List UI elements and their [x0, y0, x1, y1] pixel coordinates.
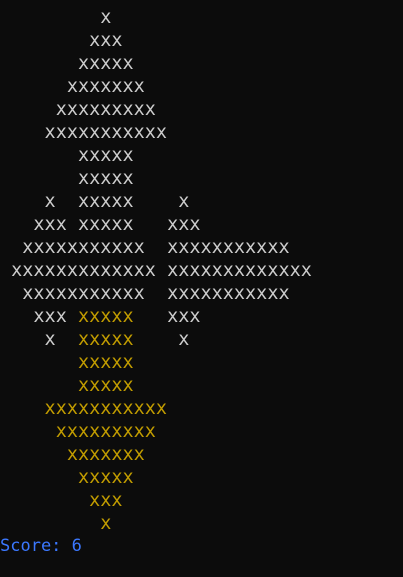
- white-segment: xxxxxxxxxxxxx: [167, 260, 312, 281]
- board-row: xxx xxxxx xxx: [0, 305, 403, 328]
- board-row: xxxxx: [0, 167, 403, 190]
- white-segment: xxx: [0, 30, 123, 51]
- board-row: xxx: [0, 489, 403, 512]
- white-segment: xxx: [0, 214, 78, 235]
- white-segment: x: [133, 329, 190, 350]
- yellow-segment: xxxxx: [77, 306, 134, 327]
- board-row: xxxxxxxxxxx xxxxxxxxxxx: [0, 282, 403, 305]
- yellow-segment: xxxxx: [0, 467, 134, 488]
- white-segment: xxxxx: [0, 53, 134, 74]
- white-segment: xxxxxxxxxxx: [0, 283, 168, 304]
- white-segment: xxxxxxxxxxx: [0, 237, 168, 258]
- yellow-segment: x: [0, 513, 112, 534]
- white-segment: xxxxx: [0, 168, 134, 189]
- white-segment: x: [0, 191, 78, 212]
- board-row: xxxxxxxxxxx: [0, 397, 403, 420]
- board-row: x xxxxx x: [0, 190, 403, 213]
- white-segment: x: [0, 7, 112, 28]
- yellow-segment: xxxxx: [77, 329, 134, 350]
- yellow-segment: xxxxx: [0, 375, 134, 396]
- white-segment: xxxxx: [0, 145, 134, 166]
- board-row: xxxxxxxxx: [0, 420, 403, 443]
- white-segment: xxx: [0, 306, 78, 327]
- board-row: x: [0, 6, 403, 29]
- white-segment: x: [0, 329, 78, 350]
- white-segment: xxxxxxxxxxxxx: [0, 260, 168, 281]
- board-row: xxxxxxxxx: [0, 98, 403, 121]
- board-row: xxxxxxxxxxx xxxxxxxxxxx: [0, 236, 403, 259]
- board-row: xxxxxxxxxxx: [0, 121, 403, 144]
- yellow-segment: xxxxxxxxxxx: [0, 398, 168, 419]
- white-segment: xxxxxxx: [0, 76, 145, 97]
- board-row: xxxxx: [0, 144, 403, 167]
- white-segment: xxx: [133, 306, 201, 327]
- yellow-segment: xxxxx: [0, 352, 134, 373]
- white-segment: xxxxx: [77, 214, 134, 235]
- board-row: xxx xxxxx xxx: [0, 213, 403, 236]
- board-row: x: [0, 512, 403, 535]
- board-row: xxxxxxx: [0, 75, 403, 98]
- yellow-segment: xxxxxxx: [0, 444, 145, 465]
- white-segment: xxxxxxxxx: [0, 99, 156, 120]
- yellow-segment: xxxxxxxxx: [0, 421, 156, 442]
- board-row: xxxxx: [0, 374, 403, 397]
- white-segment: xxxxxxxxxxx: [167, 283, 290, 304]
- board-row: xxx: [0, 29, 403, 52]
- white-segment: xxxxx: [77, 191, 134, 212]
- board-row: xxxxx: [0, 351, 403, 374]
- white-segment: xxx: [133, 214, 201, 235]
- board-row: xxxxxxxxxxxxx xxxxxxxxxxxxx: [0, 259, 403, 282]
- white-segment: xxxxxxxxxxx: [0, 122, 168, 143]
- board-row: xxxxxxx: [0, 443, 403, 466]
- white-segment: xxxxxxxxxxx: [167, 237, 290, 258]
- game-board: x xxx xxxxx xxxxxxx xxxxxxxxx xxxxxxxxxx…: [0, 6, 403, 535]
- board-row: xxxxx: [0, 52, 403, 75]
- board-row: x xxxxx x: [0, 328, 403, 351]
- yellow-segment: xxx: [0, 490, 123, 511]
- white-segment: x: [133, 191, 190, 212]
- score-display: Score: 6: [0, 536, 82, 556]
- board-row: xxxxx: [0, 466, 403, 489]
